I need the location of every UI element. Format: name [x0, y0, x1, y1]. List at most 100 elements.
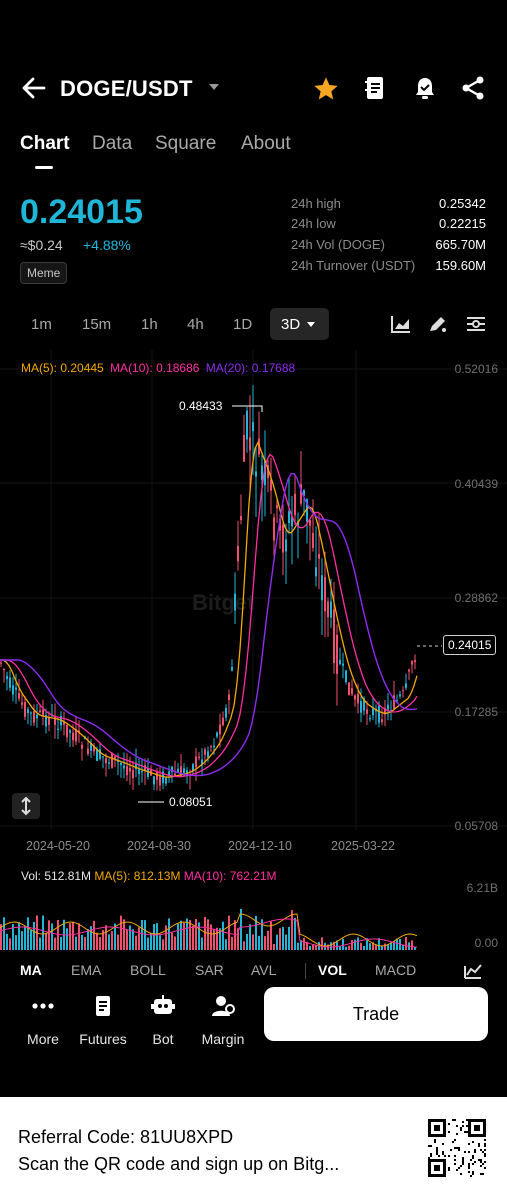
candle-body [42, 709, 44, 717]
candle-body [18, 692, 20, 699]
candle-body [348, 682, 350, 696]
volume-bar [99, 937, 101, 950]
volume-bar [297, 942, 299, 950]
volume-bar [30, 930, 32, 950]
last-price: 0.24015 [20, 193, 143, 231]
volume-bar [330, 942, 332, 950]
indicator-macd[interactable]: MACD [375, 962, 416, 978]
candle-body [219, 724, 221, 735]
volume-chart[interactable] [0, 880, 507, 952]
tab-about[interactable]: About [241, 133, 291, 155]
share-icon[interactable] [460, 75, 486, 101]
candle-body [30, 712, 32, 714]
volume-bar [75, 936, 77, 950]
candle-body [66, 724, 68, 738]
volume-bar [369, 943, 371, 950]
volume-bar [150, 933, 152, 950]
candle-body [225, 707, 227, 718]
nav-bot[interactable]: Bot [133, 990, 193, 1050]
more-icon [32, 1003, 54, 1009]
favorite-star-icon[interactable] [312, 75, 340, 103]
candle-body [369, 717, 371, 720]
indicator-boll[interactable]: BOLL [130, 962, 166, 978]
tab-chart[interactable]: Chart [20, 133, 70, 155]
expand-vertical-button[interactable] [12, 793, 40, 819]
vertical-arrows-icon [21, 796, 31, 816]
indicator-avl[interactable]: AVL [251, 962, 276, 978]
category-tag[interactable]: Meme [20, 262, 68, 284]
volume-bar [69, 923, 71, 950]
candle-body [6, 675, 8, 680]
volume-bar [45, 933, 47, 950]
top-bar: DOGE/USDT [0, 60, 507, 116]
candle-body [132, 770, 134, 779]
indicator-ema[interactable]: EMA [71, 962, 101, 978]
pair-title[interactable]: DOGE/USDT [60, 76, 193, 102]
indicator-settings-icon[interactable] [463, 962, 483, 980]
interval-1m[interactable]: 1m [31, 316, 52, 333]
candle-body [102, 756, 104, 758]
nav-futures[interactable]: Futures [73, 990, 133, 1050]
volume-bar [78, 923, 80, 950]
volume-bar [132, 929, 134, 950]
candle-body [39, 710, 41, 713]
candle-body [174, 773, 176, 776]
trade-button[interactable]: Trade [264, 987, 488, 1041]
candle-body [141, 771, 143, 773]
candle-body [216, 732, 218, 737]
candle-body [276, 504, 278, 509]
indicator-sar[interactable]: SAR [195, 962, 224, 978]
notebook-icon[interactable] [364, 75, 386, 101]
back-arrow-icon[interactable] [20, 76, 48, 100]
alert-bell-icon[interactable] [412, 75, 438, 101]
x-tick-label: 2024-08-30 [127, 839, 191, 853]
volume-bar [66, 928, 68, 950]
nav-margin[interactable]: Margin [193, 990, 253, 1050]
candle-body [120, 762, 122, 765]
interval-3d-label: 3D [281, 316, 301, 333]
interval-3d-selected[interactable]: 3D [270, 308, 329, 340]
price-chart[interactable] [0, 340, 507, 840]
period-low-label: 0.08051 [169, 795, 213, 809]
stat-label-24h-vol: 24h Vol (DOGE) [291, 237, 385, 252]
candle-body [165, 777, 167, 784]
volume-bar [276, 934, 278, 950]
tab-data[interactable]: Data [92, 133, 132, 155]
chart-type-icon[interactable] [390, 314, 412, 334]
candle-body [81, 744, 83, 749]
candle-body [333, 609, 335, 663]
interval-1h[interactable]: 1h [141, 316, 158, 333]
indicator-ma[interactable]: MA [20, 962, 42, 978]
interval-4h[interactable]: 4h [187, 316, 204, 333]
nav-more[interactable]: More [13, 990, 73, 1050]
interval-1d[interactable]: 1D [233, 316, 252, 333]
volume-bar [60, 937, 62, 950]
volume-bar [246, 933, 248, 950]
volume-bar [57, 920, 59, 950]
volume-bar [171, 932, 173, 950]
chevron-down-icon[interactable] [208, 82, 220, 92]
fiat-price: ≈$0.24 [20, 237, 63, 253]
volume-bar [264, 936, 266, 950]
volume-bar [216, 927, 218, 950]
candle-body [9, 677, 11, 688]
tab-square[interactable]: Square [155, 133, 216, 155]
candle-body [114, 756, 116, 759]
candle-body [210, 746, 212, 748]
x-tick-label: 2025-03-22 [331, 839, 395, 853]
scan-instruction: Scan the QR code and sign up on Bitg... [18, 1154, 340, 1174]
candle-body [87, 748, 89, 754]
interval-15m[interactable]: 15m [82, 316, 111, 333]
candle-body [198, 756, 200, 759]
draw-pen-icon[interactable] [427, 314, 449, 334]
candle-body [249, 437, 251, 451]
candle-body [111, 753, 113, 768]
volume-bar [84, 937, 86, 950]
indicator-vol[interactable]: VOL [318, 962, 347, 978]
candle-body [231, 667, 233, 671]
volume-bar [240, 908, 242, 950]
chart-settings-icon[interactable] [465, 314, 487, 334]
volume-bar [225, 939, 227, 950]
volume-bar [159, 935, 161, 950]
volume-bar [123, 919, 125, 950]
